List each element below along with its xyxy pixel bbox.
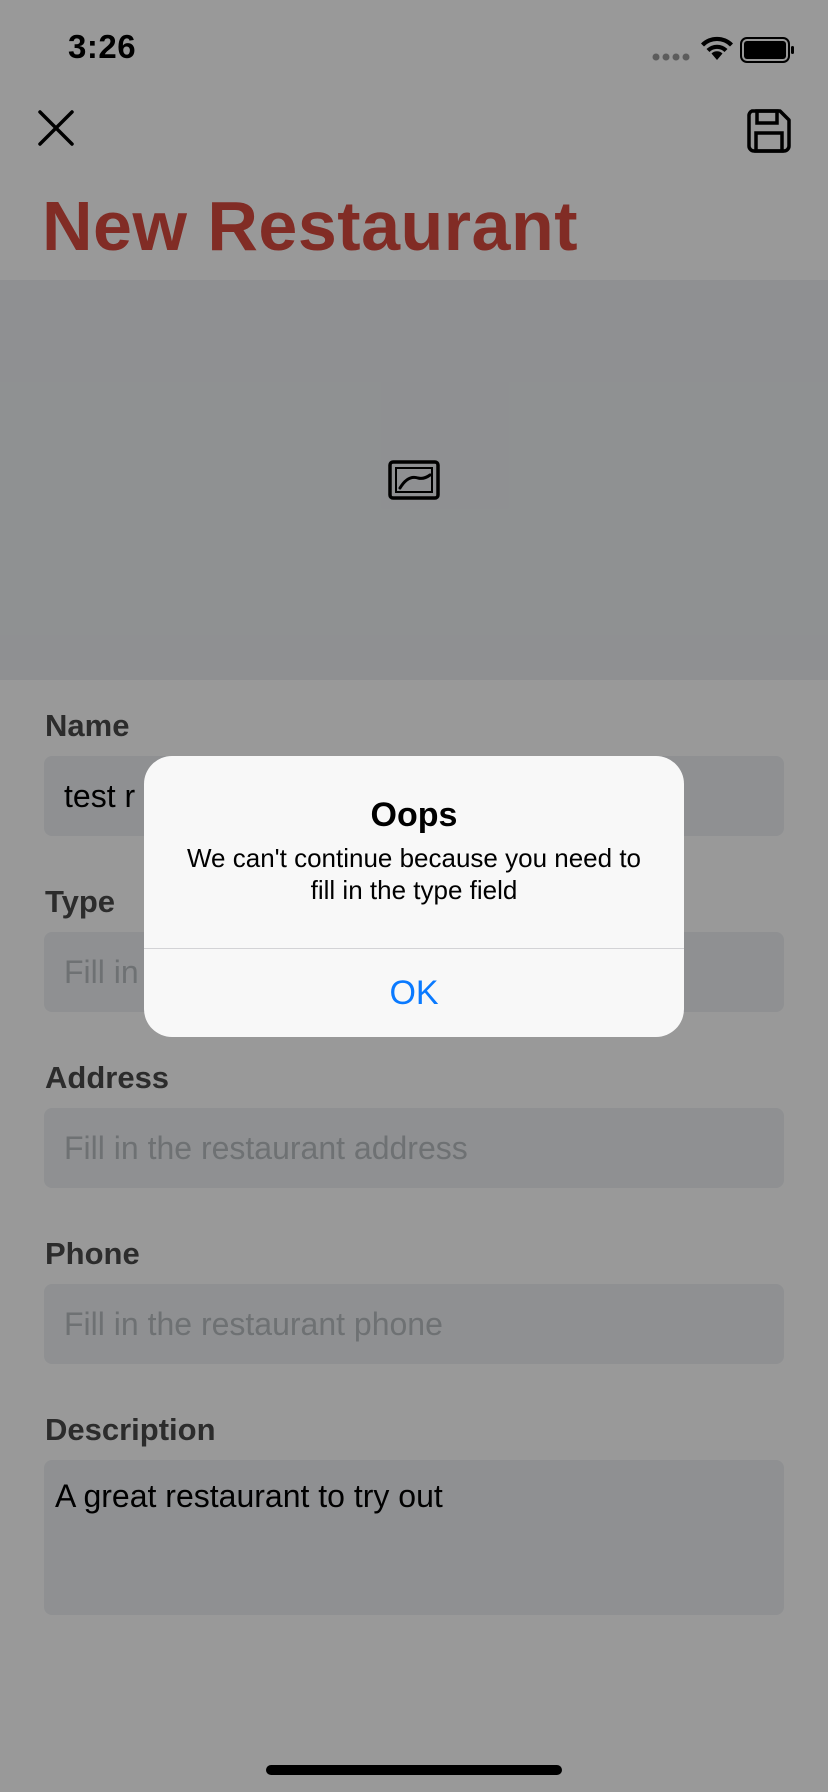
alert-message: We can't continue because you need to fi… — [186, 843, 642, 905]
alert-ok-button[interactable]: OK — [144, 949, 684, 1037]
new-restaurant-screen: 3:26 New Restaurant Name test r Type Fil… — [0, 0, 828, 1792]
home-indicator[interactable] — [266, 1765, 562, 1775]
alert-title: Oops — [370, 796, 458, 834]
alert-dialog: Oops We can't continue because you need … — [144, 756, 684, 1037]
